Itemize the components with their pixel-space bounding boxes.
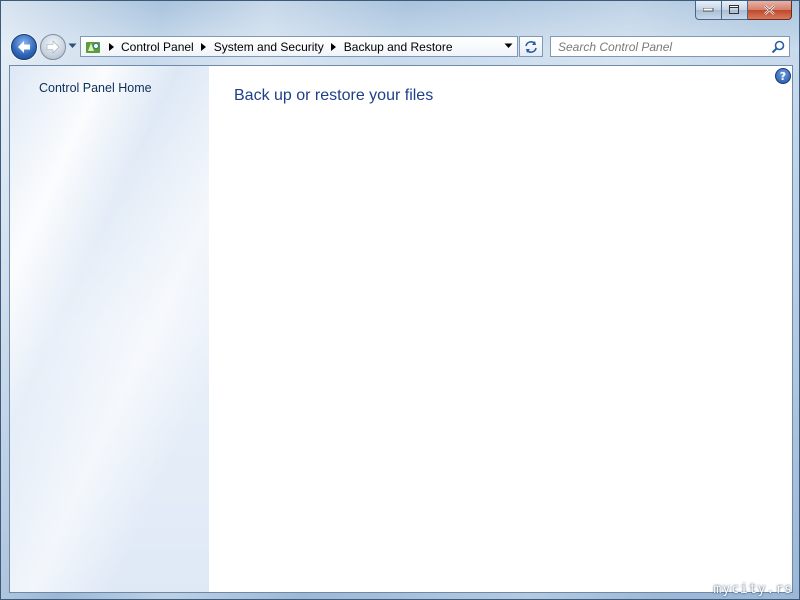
window-frame: Control Panel System and Security Backup… [0, 0, 800, 600]
back-button[interactable] [11, 34, 37, 60]
content-area: Control Panel Home Back up or restore yo… [9, 65, 793, 593]
page-title: Back up or restore your files [234, 87, 434, 104]
breadcrumb-backup-and-restore[interactable]: Backup and Restore [344, 40, 453, 54]
control-panel-icon [86, 41, 100, 53]
refresh-icon [525, 40, 537, 53]
help-icon[interactable]: ? [775, 68, 791, 84]
close-button[interactable] [748, 1, 792, 20]
maximize-icon [729, 5, 739, 14]
minimize-button[interactable] [695, 1, 722, 20]
search-box[interactable] [550, 36, 790, 57]
refresh-button[interactable] [519, 36, 543, 57]
search-icon[interactable] [770, 39, 786, 55]
address-history-dropdown-icon[interactable] [504, 43, 513, 49]
minimize-icon [703, 8, 714, 12]
back-arrow-icon [18, 41, 30, 53]
maximize-button[interactable] [722, 1, 748, 20]
breadcrumb-system-and-security[interactable]: System and Security [214, 40, 324, 54]
task-pane: Control Panel Home [10, 66, 209, 592]
recent-pages-dropdown-icon[interactable] [68, 43, 77, 49]
watermark: mycity.rs [713, 582, 793, 597]
breadcrumb-separator-icon[interactable] [107, 42, 115, 51]
forward-button[interactable] [40, 34, 66, 60]
address-bar[interactable]: Control Panel System and Security Backup… [80, 36, 518, 57]
close-icon [764, 5, 775, 15]
forward-arrow-icon [46, 40, 60, 54]
search-input[interactable] [551, 37, 770, 56]
breadcrumb-separator-icon[interactable] [330, 42, 338, 51]
control-panel-home-link[interactable]: Control Panel Home [39, 81, 152, 95]
caption-buttons [695, 1, 792, 21]
breadcrumb-separator-icon[interactable] [200, 42, 208, 51]
breadcrumb-control-panel[interactable]: Control Panel [121, 40, 194, 54]
